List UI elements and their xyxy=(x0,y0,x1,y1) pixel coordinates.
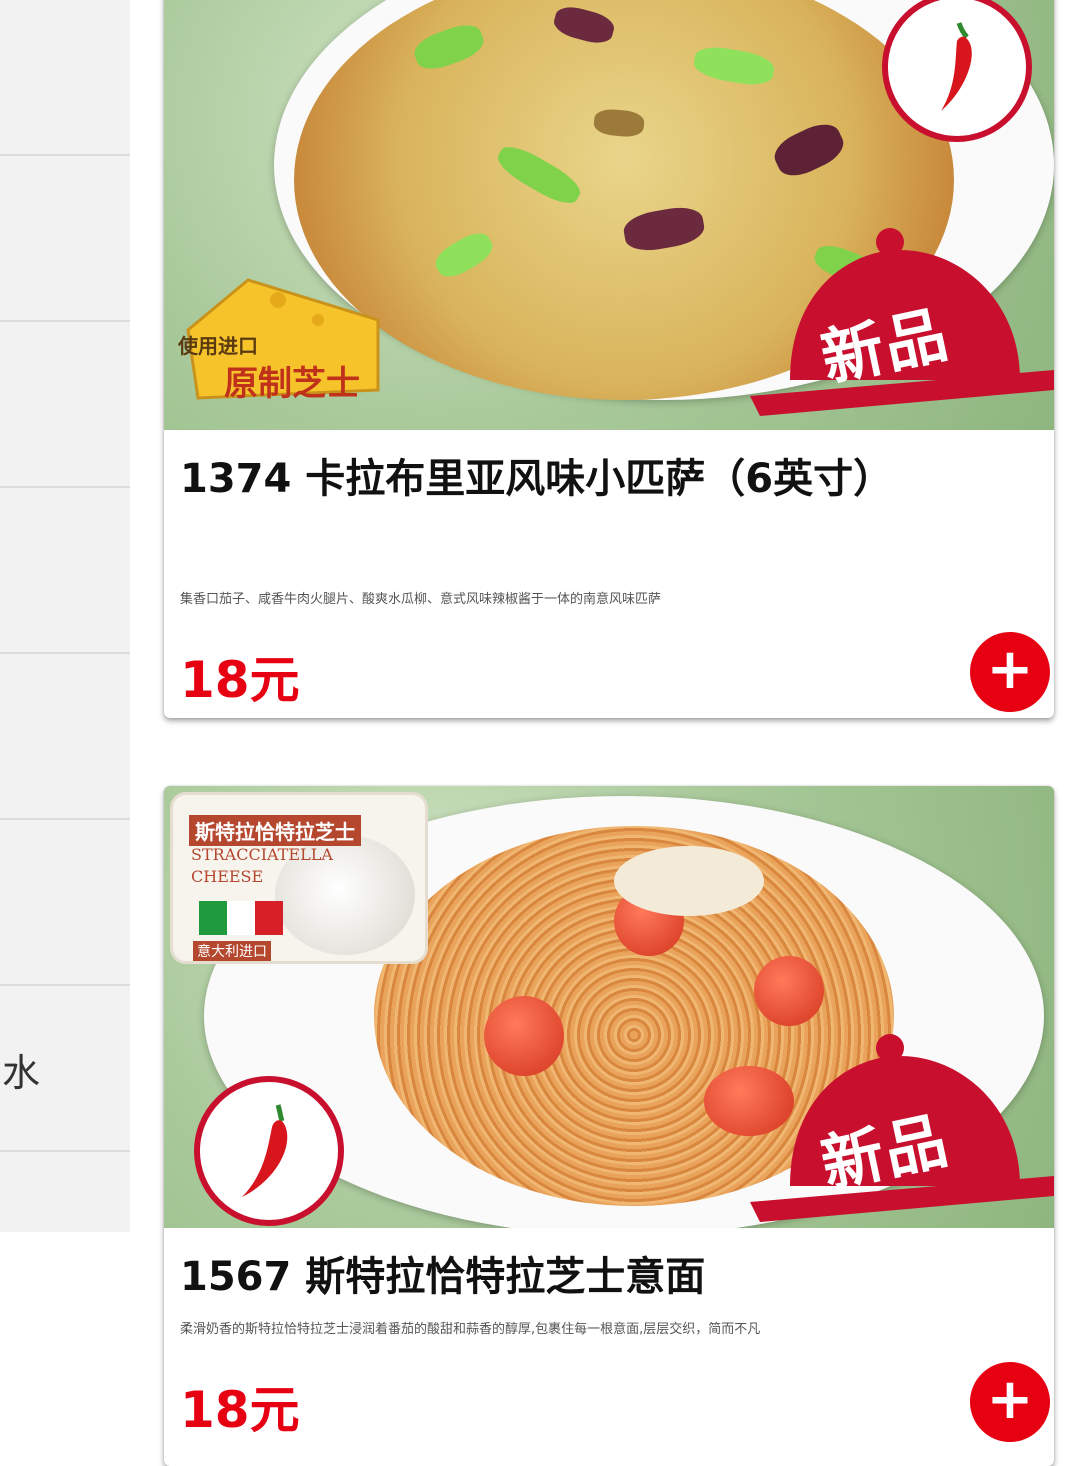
category-item[interactable] xyxy=(0,488,130,654)
product-card[interactable]: 使用进口 原制芝士 新品 1374 卡拉布里亚风味小匹萨（6英寸） 集香口茄子、… xyxy=(164,0,1054,718)
cheese-badge-en2: CHEESE xyxy=(191,867,264,886)
cheese-badge-title: 斯特拉恰特拉芝士 xyxy=(189,815,361,846)
chili-pepper-icon xyxy=(242,1104,288,1197)
chili-pepper-icon xyxy=(941,22,972,111)
product-price: 18元 xyxy=(180,1381,300,1439)
category-sidebar: 水 xyxy=(0,0,130,1232)
product-title: 1374 卡拉布里亚风味小匹萨（6英寸） xyxy=(180,456,894,502)
cheese-badge-line2: 原制芝士 xyxy=(224,364,360,404)
product-image[interactable]: 斯特拉恰特拉芝士 STRACCIATELLA CHEESE 意大利进口 新品 xyxy=(164,786,1054,1228)
cheese-badge-en1: STRACCIATELLA xyxy=(191,845,333,864)
product-title: 1567 斯特拉恰特拉芝士意面 xyxy=(180,1254,706,1300)
italy-flag-icon xyxy=(199,901,283,935)
product-card[interactable]: 斯特拉恰特拉芝士 STRACCIATELLA CHEESE 意大利进口 新品 1… xyxy=(164,786,1054,1466)
spicy-badge xyxy=(194,1076,344,1226)
category-label: 水 xyxy=(2,1051,41,1095)
product-description: 柔滑奶香的斯特拉恰特拉芝士浸润着番茄的酸甜和蒜香的醇厚,包裹住每一根意面,层层交… xyxy=(180,1322,761,1337)
product-image[interactable]: 使用进口 原制芝士 新品 xyxy=(164,0,1054,430)
plus-icon: + xyxy=(986,637,1034,702)
new-product-badge: 新品 xyxy=(750,220,1054,420)
new-product-badge: 新品 xyxy=(750,1026,1054,1226)
imported-cheese-badge: 使用进口 原制芝士 xyxy=(168,260,398,410)
category-item[interactable] xyxy=(0,1152,130,1232)
product-description: 集香口茄子、咸香牛肉火腿片、酸爽水瓜柳、意式风味辣椒酱于一体的南意风味匹萨 xyxy=(180,592,662,607)
category-item[interactable] xyxy=(0,322,130,488)
category-item[interactable] xyxy=(0,0,130,156)
stracciatella-cheese-badge: 斯特拉恰特拉芝士 STRACCIATELLA CHEESE 意大利进口 xyxy=(170,792,428,964)
category-item[interactable] xyxy=(0,156,130,322)
add-to-cart-button[interactable]: + xyxy=(970,1362,1050,1442)
cheese-badge-line1: 使用进口 xyxy=(178,334,258,358)
product-price: 18元 xyxy=(180,651,300,709)
category-item[interactable] xyxy=(0,820,130,986)
add-to-cart-button[interactable]: + xyxy=(970,632,1050,712)
category-item[interactable] xyxy=(0,654,130,820)
category-item[interactable]: 水 xyxy=(0,986,130,1152)
plus-icon: + xyxy=(986,1367,1034,1432)
cheese-badge-origin: 意大利进口 xyxy=(193,941,271,961)
